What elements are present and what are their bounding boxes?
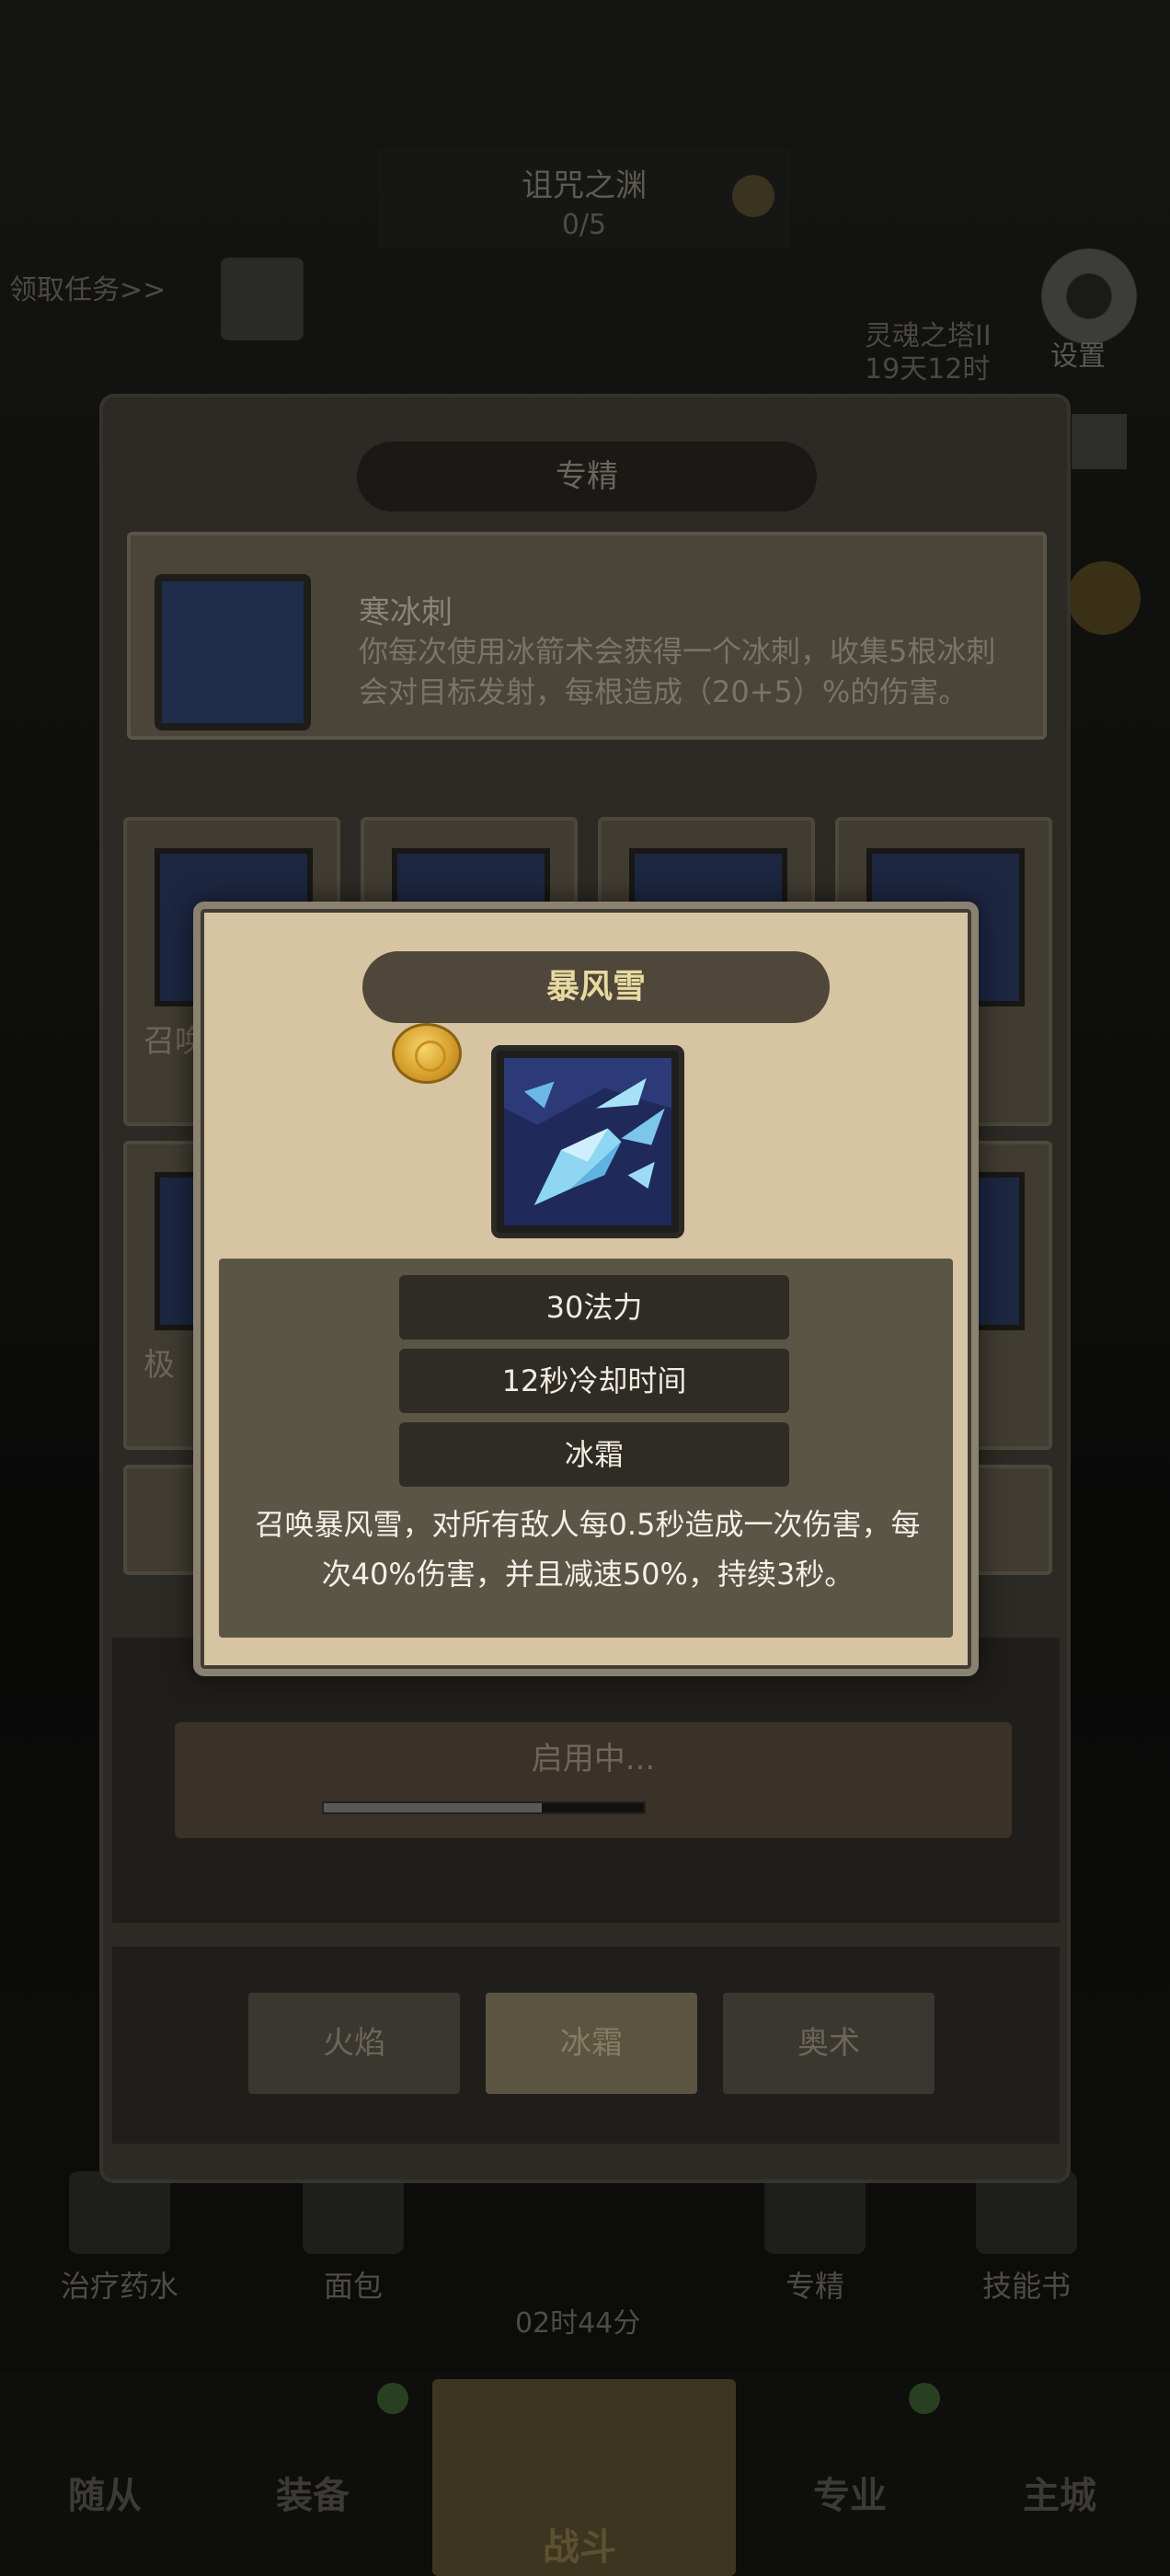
talent-description: 你每次使用冰箭术会获得一个冰刺，收集5根冰刺会对目标发射，每根造成（20+5）%… [359,634,996,709]
skill-info: 30法力 12秒冷却时间 冰霜 召唤暴风雪，对所有敌人每0.5秒造成一次伤害，每… [219,1259,953,1638]
activate-area: 启用中... [112,1638,1060,1923]
ice-spike-icon [155,574,311,730]
tab-arcane[interactable]: 奥术 [723,1993,935,2094]
tab-frost[interactable]: 冰霜 [486,1993,697,2094]
item-label: 技能书 [981,2269,1071,2304]
blizzard-icon-art [504,1058,671,1225]
skill-card-label: 极 [143,1347,175,1384]
dungeon-header: 诅咒之渊 0/5 [377,147,791,248]
item-label: 治疗药水 [60,2269,178,2304]
nav-battle-label: 战斗 [543,2526,616,2569]
item-label: 面包 [323,2269,383,2304]
progress-fill [324,1803,542,1812]
activation-progress-bar [322,1801,646,1814]
nav-profession[interactable]: 专业 [813,2466,887,2519]
side-coin-icon[interactable] [1067,561,1141,635]
side-menu-icon[interactable] [1072,414,1127,469]
task-icon[interactable] [221,258,304,340]
talent-card[interactable]: 寒冰刺 你每次使用冰箭术会获得一个冰刺，收集5根冰刺会对目标发射，每根造成（20… [127,532,1047,740]
task-link[interactable]: 领取任务>> [9,267,166,307]
cooldown: 12秒冷却时间 [399,1349,789,1413]
refresh-icon[interactable] [732,175,774,217]
activate-button[interactable]: 启用中... [175,1722,1012,1838]
school: 冰霜 [399,1422,789,1487]
item-healing-potion[interactable]: 治疗药水 [37,2171,202,2306]
blizzard-icon [491,1045,684,1238]
book-icon [976,2171,1077,2254]
nav-equipment[interactable]: 装备 [276,2466,350,2519]
dungeon-progress: 0/5 [561,209,607,241]
school-tabs: 火焰 冰霜 奥术 [112,1947,1060,2144]
item-label: 专精 [785,2269,844,2304]
item-specialization[interactable]: 专精 [732,2171,898,2306]
item-skill-book[interactable]: 技能书 [944,2171,1109,2306]
settings-label: 设置 [1050,340,1106,373]
panel-title: 专精 [357,442,817,512]
potion-icon [69,2171,170,2254]
tab-fire[interactable]: 火焰 [248,1993,460,2094]
gold-coin-icon [392,1023,462,1084]
activate-label: 启用中... [531,1741,656,1777]
notification-dot [377,2383,408,2414]
realm-label: 灵魂之塔II [865,320,992,352]
dungeon-title: 诅咒之渊 [522,167,647,204]
bottom-nav: 随从 装备 战斗 专业 主城 [0,2374,1170,2576]
nav-companions[interactable]: 随从 [68,2466,142,2519]
notification-dot [909,2383,940,2414]
popup-title: 暴风雪 [362,951,830,1023]
skill-description: 召唤暴风雪，对所有敌人每0.5秒造成一次伤害，每次40%伤害，并且减速50%，持… [255,1507,921,1592]
realm-info: 灵魂之塔II 19天12时 [865,320,992,386]
nav-city[interactable]: 主城 [1023,2466,1096,2519]
nav-battle[interactable]: 战斗 [432,2379,736,2576]
timer: 02时44分 [515,2307,641,2340]
bread-icon [303,2171,404,2254]
skill-popup: 暴风雪 30法力 12秒冷却时间 冰霜 召唤暴风雪，对所有敌人每0.5秒造成一次… [193,902,979,1676]
anvil-icon [764,2171,866,2254]
talent-name: 寒冰刺 [359,594,453,631]
mana-cost: 30法力 [399,1275,789,1340]
item-bread[interactable]: 面包 [270,2171,436,2306]
realm-time: 19天12时 [865,353,991,385]
